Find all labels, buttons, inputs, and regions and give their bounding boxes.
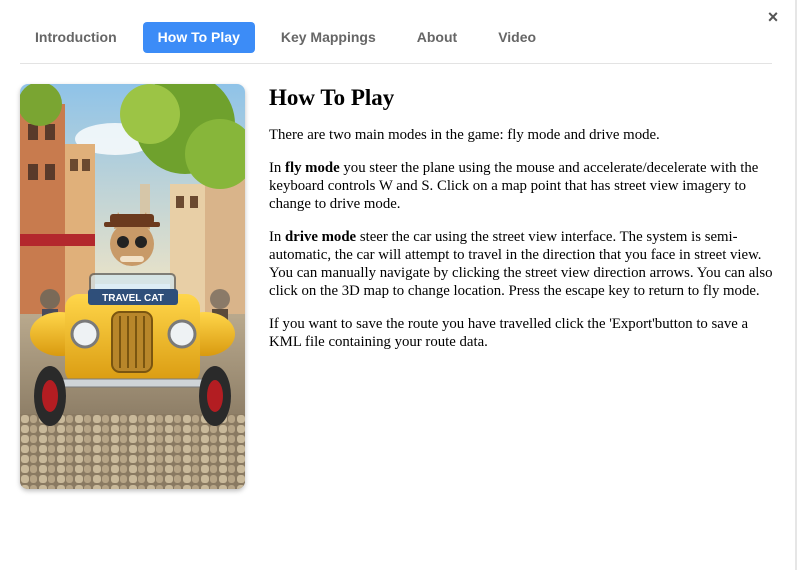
tab-introduction[interactable]: Introduction [20, 22, 132, 53]
tab-about[interactable]: About [402, 22, 472, 53]
tab-video[interactable]: Video [483, 22, 551, 53]
tab-bar: Introduction How To Play Key Mappings Ab… [20, 22, 562, 53]
fly-prefix: In [269, 160, 286, 176]
export-paragraph: If you want to save the route you have t… [269, 316, 749, 350]
drive-prefix: In [269, 229, 286, 245]
fly-mode-paragraph: In fly mode you steer the plane using th… [269, 159, 775, 213]
close-button[interactable]: × [765, 8, 781, 26]
tab-how-to-play[interactable]: How To Play [142, 22, 255, 53]
drive-mode-paragraph: In drive mode steer the car using the st… [269, 228, 775, 300]
page-title: How To Play [269, 85, 395, 110]
how-to-play-content: How To Play There are two main modes in … [269, 84, 775, 366]
car-badge-text: TRAVEL CAT [102, 293, 164, 304]
tab-key-mappings[interactable]: Key Mappings [266, 22, 391, 53]
drive-mode-term: drive mode [285, 229, 357, 245]
close-icon[interactable]: × [768, 8, 779, 26]
tab-divider [20, 63, 772, 64]
fly-mode-text: you steer the plane using the mouse and … [269, 160, 759, 212]
intro-paragraph: There are two main modes in the game: fl… [269, 127, 660, 143]
fly-mode-term: fly mode [285, 160, 340, 176]
how-to-play-dialog: × Introduction How To Play Key Mappings … [0, 0, 797, 570]
hero-image: TRAVEL CAT [20, 84, 245, 489]
